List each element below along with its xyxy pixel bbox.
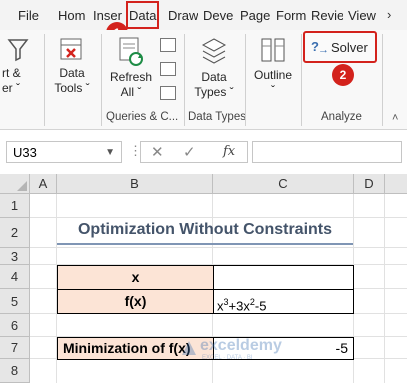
data-tools-button[interactable]: Data Tools ˇ — [50, 36, 94, 96]
name-box-dropdown-icon[interactable]: ▼ — [105, 142, 115, 164]
sort-filter-label-1: rt & — [2, 66, 21, 80]
column-header-e[interactable] — [385, 174, 407, 194]
outline-icon — [261, 38, 285, 62]
queries-connections-icon[interactable] — [160, 38, 176, 52]
ribbon-tabs: File Hom Inser Data Draw Deve Page Form … — [0, 0, 407, 30]
properties-icon[interactable] — [160, 62, 176, 76]
tab-developer[interactable]: Deve — [203, 0, 235, 30]
enter-check-icon[interactable]: ✓ — [183, 143, 196, 161]
name-box[interactable]: U33 ▼ — [6, 141, 122, 163]
cell-b4-x-label[interactable]: x — [57, 265, 214, 290]
tab-draw[interactable]: Draw — [168, 0, 198, 30]
row-header-2[interactable]: 2 — [0, 218, 30, 248]
data-tools-icon — [60, 38, 82, 60]
cell-b5-fx-label[interactable]: f(x) — [57, 289, 214, 314]
tab-page-layout[interactable]: Page — [240, 0, 270, 30]
row-header-8[interactable]: 8 — [0, 359, 30, 383]
cell-c4-x-value[interactable] — [213, 265, 354, 290]
tab-file[interactable]: File — [18, 0, 39, 30]
formula-buttons: ✕ ✓ fx — [140, 141, 248, 163]
solver-button[interactable]: ? → Solver — [303, 31, 377, 63]
filter-icon — [7, 39, 29, 62]
refresh-all-button[interactable]: Refresh All ˇ — [106, 36, 156, 100]
sheet-title[interactable]: Optimization Without Constraints — [57, 214, 353, 244]
formula-input[interactable] — [252, 141, 402, 163]
data-tools-label-2: Tools ˇ — [54, 81, 90, 95]
outline-label: Outline — [253, 68, 293, 82]
cell-b7-min-label[interactable]: Minimization of f(x) — [57, 337, 214, 360]
data-types-icon — [201, 38, 227, 64]
tabs-scroll-right-icon[interactable]: › — [387, 7, 403, 23]
worksheet-grid: A B C D 1 2 3 4 5 6 7 8 Optimization Wit… — [0, 174, 407, 383]
outline-button[interactable]: Outline ˇ — [250, 36, 296, 98]
row-header-4[interactable]: 4 — [0, 265, 30, 289]
title-underline — [57, 243, 353, 245]
select-all-corner[interactable] — [0, 174, 30, 194]
tab-data[interactable]: Data — [126, 1, 160, 29]
column-header-b[interactable]: B — [57, 174, 213, 194]
column-header-c[interactable]: C — [213, 174, 354, 194]
insert-function-icon[interactable]: fx — [223, 144, 235, 159]
refresh-label-2: All ˇ — [120, 85, 142, 99]
data-types-button[interactable]: Data Types ˇ — [190, 36, 238, 100]
row-header-1[interactable]: 1 — [0, 194, 30, 218]
row-header-5[interactable]: 5 — [0, 289, 30, 314]
tab-formulas[interactable]: Form — [276, 0, 306, 30]
cell-c5-fx-formula[interactable]: x3+3x2-5 — [213, 289, 354, 314]
column-header-a[interactable]: A — [30, 174, 57, 194]
tab-home[interactable]: Hom — [58, 0, 88, 30]
sort-filter-button[interactable]: rt & er ˇ — [0, 36, 36, 96]
column-header-d[interactable]: D — [354, 174, 385, 194]
formula-bar: U33 ▼ ⋮ ✕ ✓ fx — [0, 130, 407, 174]
tab-view[interactable]: View — [348, 0, 376, 30]
refresh-label-1: Refresh — [109, 70, 153, 84]
edit-links-icon[interactable] — [160, 86, 176, 100]
row-header-3[interactable]: 3 — [0, 248, 30, 265]
collapse-ribbon-icon[interactable]: ˄ — [392, 112, 398, 124]
group-label-data-types: Data Types — [188, 111, 246, 123]
row-header-6[interactable]: 6 — [0, 314, 30, 337]
group-label-queries: Queries & C... — [106, 111, 179, 123]
solver-label: Solver — [331, 40, 368, 55]
data-tools-label-1: Data — [59, 66, 85, 80]
row-header-7[interactable]: 7 — [0, 337, 30, 359]
data-types-label-1: Data — [201, 70, 227, 84]
outline-dropdown-icon: ˇ — [271, 83, 275, 97]
cell-c7-min-value[interactable]: -5 — [213, 337, 354, 360]
step-badge-2: 2 — [332, 64, 354, 86]
data-types-label-2: Types ˇ — [194, 85, 234, 99]
tab-review[interactable]: Revie — [311, 0, 343, 30]
cancel-icon[interactable]: ✕ — [151, 143, 164, 161]
group-label-analyze: Analyze — [321, 111, 362, 123]
solver-arrow-icon: → — [318, 44, 329, 56]
refresh-icon — [119, 37, 143, 66]
ribbon: rt & er ˇ Data Tools ˇ Refresh All ˇ Que… — [0, 30, 407, 130]
sort-filter-label-2: er ˇ — [2, 81, 21, 95]
